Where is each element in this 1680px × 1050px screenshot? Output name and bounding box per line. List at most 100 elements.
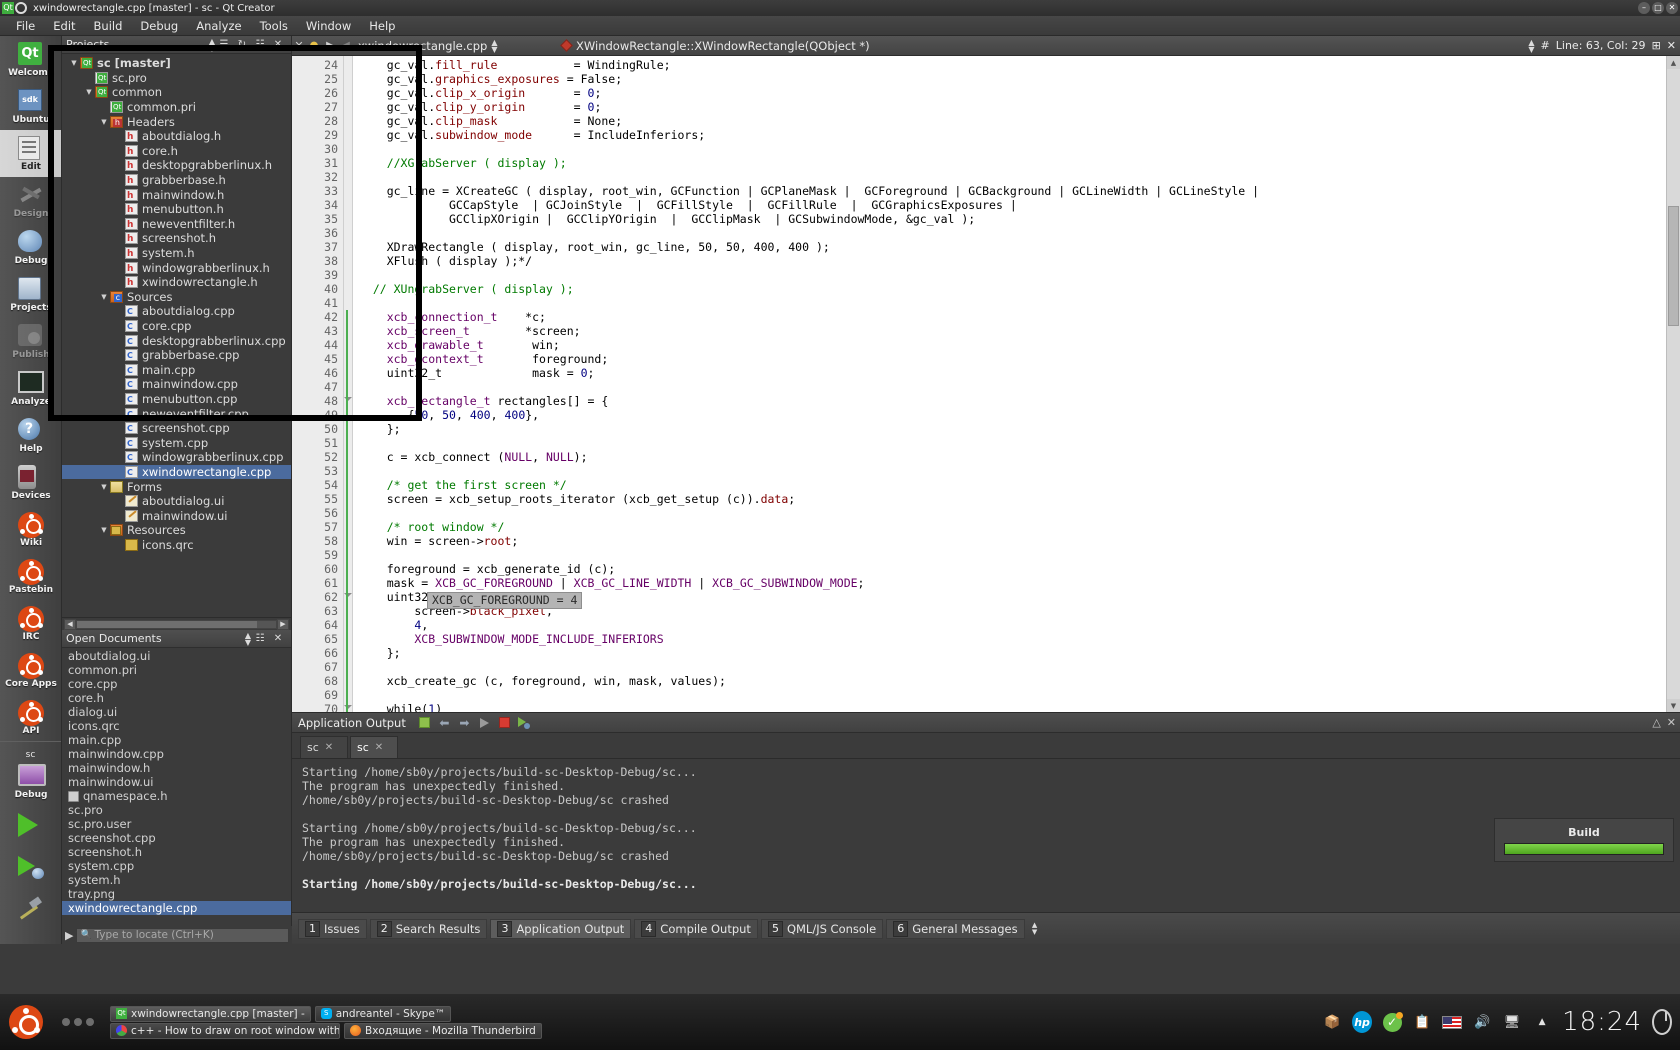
open-document-item[interactable]: mainwindow.h: [62, 761, 291, 775]
filter-icon[interactable]: ☰: [215, 37, 233, 53]
attach-debugger-icon[interactable]: [518, 716, 531, 729]
tree-item[interactable]: windowgrabberlinux.cpp: [62, 450, 291, 465]
taskbar-window-button[interactable]: Sandreantel - Skype™: [315, 1006, 452, 1022]
close-output-icon[interactable]: ✕: [1667, 716, 1676, 729]
editor-close-icon[interactable]: ✕: [292, 39, 306, 52]
code-line[interactable]: win = screen->root;: [359, 534, 1680, 548]
close-icon[interactable]: ✕: [269, 631, 287, 647]
sync-icon[interactable]: ↻: [233, 37, 251, 53]
symbol-combo-arrows[interactable]: ▲▼: [1528, 39, 1534, 53]
code-line[interactable]: xcb_gcontext_t foreground;: [359, 352, 1680, 366]
tree-item[interactable]: ▼Headers: [62, 114, 291, 129]
tree-item[interactable]: mainwindow.h: [62, 187, 291, 202]
code-line[interactable]: xcb_rectangle_t rectangles[] = {: [359, 394, 1680, 408]
maximize-output-icon[interactable]: △: [1652, 716, 1660, 729]
code-line[interactable]: GCClipXOrigin | GCClipYOrigin | GCClipMa…: [359, 212, 1680, 226]
code-line[interactable]: screen = xcb_setup_roots_iterator (xcb_g…: [359, 492, 1680, 506]
scroll-right-icon[interactable]: ▶: [277, 619, 289, 630]
tree-item[interactable]: screenshot.cpp: [62, 421, 291, 436]
code-line[interactable]: [359, 506, 1680, 520]
code-line[interactable]: /* root window */: [359, 520, 1680, 534]
editor-vscrollbar[interactable]: ▲ ▼: [1666, 56, 1680, 712]
archive-icon[interactable]: 📦: [1322, 1012, 1342, 1032]
debug-button[interactable]: [0, 846, 62, 888]
dropbox-icon[interactable]: ✓: [1382, 1012, 1402, 1032]
tree-item[interactable]: ▼common: [62, 85, 291, 100]
tree-item[interactable]: grabberbase.h: [62, 173, 291, 188]
open-document-item[interactable]: mainwindow.ui: [62, 775, 291, 789]
tree-item[interactable]: core.cpp: [62, 319, 291, 334]
open-document-item[interactable]: qnamespace.h: [62, 789, 291, 803]
power-icon[interactable]: [1652, 1012, 1672, 1032]
tree-item[interactable]: ▼sc [master]: [62, 56, 291, 71]
sidebar-item-publish[interactable]: Publish: [0, 318, 62, 365]
project-tree[interactable]: ▼sc [master]sc.pro▼commoncommon.pri▼Head…: [62, 54, 291, 617]
close-editor-icon[interactable]: ✕: [1667, 39, 1676, 52]
tree-item[interactable]: menubutton.cpp: [62, 392, 291, 407]
code-line[interactable]: gc_val.graphics_exposures = False;: [359, 72, 1680, 86]
network-icon[interactable]: 🖥: [1502, 1012, 1522, 1032]
menu-window[interactable]: Window: [298, 17, 359, 35]
open-document-item[interactable]: system.cpp: [62, 859, 291, 873]
tree-item[interactable]: xwindowrectangle.h: [62, 275, 291, 290]
tree-item[interactable]: mainwindow.cpp: [62, 377, 291, 392]
output-run-tab[interactable]: sc✕: [300, 736, 348, 758]
sidebar-item-irc[interactable]: IRC: [0, 600, 62, 647]
code-line[interactable]: [359, 660, 1680, 674]
open-document-item[interactable]: dialog.ui: [62, 705, 291, 719]
code-line[interactable]: GCCapStyle | GCJoinStyle | GCFillStyle |…: [359, 198, 1680, 212]
sidebar-item-ubuntu[interactable]: sdk Ubuntu: [0, 83, 62, 130]
stop-icon[interactable]: [498, 716, 511, 729]
build-button[interactable]: [0, 888, 62, 930]
code-line[interactable]: [359, 296, 1680, 310]
open-document-item[interactable]: screenshot.h: [62, 845, 291, 859]
open-document-item[interactable]: aboutdialog.ui: [62, 649, 291, 663]
code-line[interactable]: [359, 226, 1680, 240]
open-document-item[interactable]: main.cpp: [62, 733, 291, 747]
close-tab-icon[interactable]: ✕: [375, 742, 383, 753]
code-line[interactable]: /* get the first screen */: [359, 478, 1680, 492]
code-line[interactable]: XDrawRectangle ( display, root_win, gc_l…: [359, 240, 1680, 254]
open-document-item[interactable]: icons.qrc: [62, 719, 291, 733]
tree-item[interactable]: menubutton.h: [62, 202, 291, 217]
code-text[interactable]: gc_val.fill_rule = WindingRule; gc_val.g…: [353, 56, 1680, 712]
code-line[interactable]: xcb_drawable_t win;: [359, 338, 1680, 352]
open-document-item[interactable]: core.h: [62, 691, 291, 705]
open-document-item[interactable]: sc.pro: [62, 803, 291, 817]
scroll-up-icon[interactable]: ▲: [1667, 56, 1680, 69]
locator-input[interactable]: Type to locate (Ctrl+K): [76, 928, 289, 943]
output-run-tabs[interactable]: sc✕sc✕: [292, 733, 1680, 759]
run-icon[interactable]: [478, 716, 491, 729]
split-editor-icon[interactable]: ⊞: [1652, 39, 1661, 52]
hscroll-track[interactable]: [76, 620, 277, 629]
start-menu-button[interactable]: [0, 994, 52, 1050]
tree-item[interactable]: screenshot.h: [62, 231, 291, 246]
close-icon[interactable]: ✕: [269, 37, 287, 53]
sidebar-item-welcome[interactable]: Qt Welcome: [0, 36, 62, 83]
open-document-item[interactable]: common.pri: [62, 663, 291, 677]
tree-item[interactable]: windowgrabberlinux.h: [62, 260, 291, 275]
output-pane-tab[interactable]: 2Search Results: [370, 919, 488, 939]
editor-file-combo[interactable]: xwindowrectangle.cpp ▲▼: [354, 39, 554, 53]
maximize-button[interactable]: □: [1652, 2, 1664, 14]
output-tab-spinner[interactable]: ▲▼: [1028, 919, 1042, 939]
open-document-item[interactable]: core.cpp: [62, 677, 291, 691]
code-line[interactable]: {50, 50, 400, 400},: [359, 408, 1680, 422]
tree-item[interactable]: ▼Forms: [62, 479, 291, 494]
projects-combo[interactable]: Projects: [66, 38, 209, 51]
tree-twisty-icon[interactable]: ▼: [98, 115, 110, 129]
tree-item[interactable]: neweventfilter.h: [62, 217, 291, 232]
open-documents-panel[interactable]: aboutdialog.uicommon.pricore.cppcore.hdi…: [62, 648, 291, 944]
scroll-left-icon[interactable]: ◀: [64, 619, 76, 630]
run-button[interactable]: [0, 804, 62, 846]
code-line[interactable]: gc_val.clip_mask = None;: [359, 114, 1680, 128]
code-line[interactable]: [359, 688, 1680, 702]
code-line[interactable]: gc_val.subwindow_mode = IncludeInferiors…: [359, 128, 1680, 142]
hp-icon[interactable]: hp: [1352, 1012, 1372, 1032]
window-menu-icon[interactable]: [15, 2, 27, 14]
code-line[interactable]: xcb_connection_t *c;: [359, 310, 1680, 324]
file-combo-arrows[interactable]: ▲▼: [491, 39, 497, 53]
code-line[interactable]: [359, 170, 1680, 184]
taskbar-clock[interactable]: 18:24: [1562, 1007, 1642, 1037]
show-more-icon[interactable]: ▲: [1532, 1012, 1552, 1032]
